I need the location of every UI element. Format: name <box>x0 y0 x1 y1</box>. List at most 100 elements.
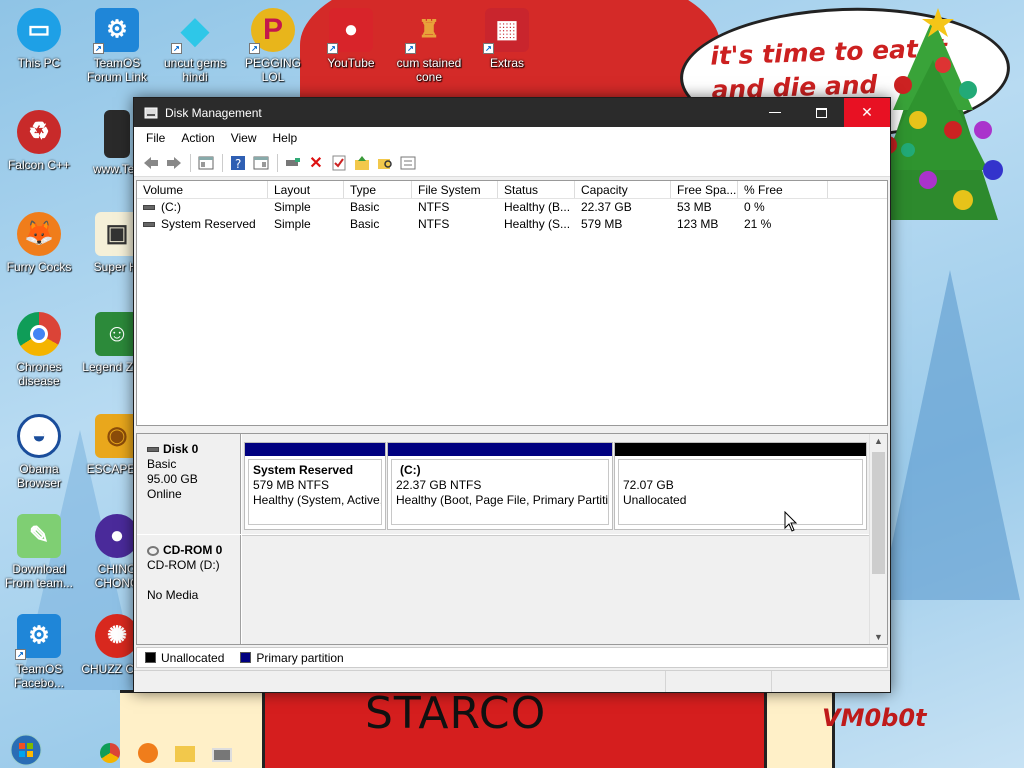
disk-0-partitions: System Reserved 579 MB NTFS Healthy (Sys… <box>242 434 869 534</box>
desktop-icon-this-pc[interactable]: ▭ This PC <box>0 8 78 70</box>
explore-button[interactable] <box>374 152 396 174</box>
diamond-icon: ◆ ↗ <box>171 8 217 54</box>
disk-connect-icon <box>286 157 300 166</box>
properties-button[interactable] <box>328 152 350 174</box>
taskbar-firefox-icon[interactable] <box>138 743 158 763</box>
connect-virtual-disk-button[interactable] <box>282 152 304 174</box>
partition-unallocated[interactable]: 72.07 GB Unallocated <box>614 442 867 530</box>
partition-size: 22.37 GB NTFS <box>396 478 482 492</box>
desktop-icon-cum-stained-cone[interactable]: ♜ ↗ cum stained cone <box>390 8 468 85</box>
settings-button[interactable] <box>397 152 419 174</box>
scrollbar-thumb[interactable] <box>872 452 885 574</box>
column-header-type[interactable]: Type <box>344 181 412 198</box>
maximize-icon <box>815 107 827 118</box>
column-header-status[interactable]: Status <box>498 181 575 198</box>
partition-system-reserved[interactable]: System Reserved 579 MB NTFS Healthy (Sys… <box>244 442 386 530</box>
delete-button[interactable]: ✕ <box>305 152 327 174</box>
legend-swatch-unallocated <box>145 652 156 663</box>
partition-name: System Reserved <box>253 463 354 477</box>
volume-row[interactable]: (C:) Simple Basic NTFS Healthy (B... 22.… <box>137 199 887 216</box>
file-system-cell: NTFS <box>418 217 450 231</box>
open-folder-button[interactable] <box>351 152 373 174</box>
disk-management-icon <box>144 107 158 118</box>
partition-name: (C:) <box>400 463 421 477</box>
desktop-icon-teamos-forum-link[interactable]: ⚙ ↗ TeamOS Forum Link <box>78 8 156 84</box>
desktop-icon-label: TeamOS Facebo... <box>13 662 65 690</box>
taskbar-chrome-icon[interactable] <box>100 743 120 763</box>
desktop-icon-extras[interactable]: ▦ ↗ Extras <box>468 8 546 70</box>
taskbar-disk-management-icon[interactable] <box>212 748 232 762</box>
menu-help[interactable]: Help <box>265 131 306 145</box>
volume-row[interactable]: System Reserved Simple Basic NTFS Health… <box>137 216 887 233</box>
desktop-icon-label: cum stained cone <box>396 56 462 84</box>
layout-cell: Simple <box>274 217 311 231</box>
desktop-icon-furry-cocks[interactable]: 🦊 Furry Cocks <box>0 212 78 274</box>
help-button[interactable]: ? <box>227 152 249 174</box>
menu-view[interactable]: View <box>223 131 265 145</box>
checklist-icon <box>332 155 346 170</box>
desktop-icon-pegging-lol[interactable]: P ↗ PEGGING LOL <box>234 8 312 84</box>
show-hide-action-pane-button[interactable] <box>250 152 272 174</box>
folder-search-icon <box>378 158 392 169</box>
start-button[interactable] <box>10 734 42 766</box>
legend-label-unallocated: Unallocated <box>161 650 225 665</box>
file-system-cell: NTFS <box>418 200 450 214</box>
partition-bar <box>388 443 612 456</box>
desktop-icon-label: YouTube <box>327 56 375 70</box>
close-button[interactable]: ✕ <box>844 98 890 127</box>
disk-0-label[interactable]: Disk 0 Basic 95.00 GB Online <box>137 434 241 534</box>
partition-c[interactable]: (C:) 22.37 GB NTFS Healthy (Boot, Page F… <box>387 442 613 530</box>
cdrom-0-label[interactable]: CD-ROM 0 CD-ROM (D:) No Media <box>137 535 241 644</box>
disk-size: 95.00 GB <box>147 472 198 486</box>
menu-file[interactable]: File <box>138 131 173 145</box>
desktop-icon-obama-browser[interactable]: ◒ Obama Browser <box>0 414 78 490</box>
partition-status: Healthy (Boot, Page File, Primary Partit… <box>396 493 609 507</box>
menu-bar: File Action View Help <box>134 127 890 149</box>
column-header-file-system[interactable]: File System <box>412 181 498 198</box>
column-header-capacity[interactable]: Capacity <box>575 181 671 198</box>
layout-cell: Simple <box>274 200 311 214</box>
desktop-icon-uncut-gems[interactable]: ◆ ↗ uncut gems hindi <box>156 8 234 85</box>
column-header-percent-free[interactable]: % Free <box>738 181 828 198</box>
drive-icon <box>143 205 155 210</box>
column-header-layout[interactable]: Layout <box>268 181 344 198</box>
list-view-icon <box>400 156 416 169</box>
desktop-icon-falcon-cpp[interactable]: ♻ Falcon C++ <box>0 110 78 172</box>
partition-details: (C:) 22.37 GB NTFS Healthy (Boot, Page F… <box>391 459 609 525</box>
column-header-free-space[interactable]: Free Spa... <box>671 181 738 198</box>
angry-bird-icon: ● ↗ <box>327 8 373 54</box>
desktop-icon-youtube[interactable]: ● ↗ YouTube <box>312 8 390 70</box>
forward-button[interactable] <box>163 152 185 174</box>
disk-view-scrollbar[interactable]: ▲ ▼ <box>869 434 887 644</box>
desktop-icon-chrome[interactable]: Chrones disease <box>0 312 78 388</box>
desktop-icon-label: Extras <box>489 56 524 70</box>
free-space-cell: 53 MB <box>677 200 712 214</box>
type-cell: Basic <box>350 217 380 231</box>
window-title: Disk Management <box>165 105 262 120</box>
partition-size: 72.07 GB <box>623 478 674 492</box>
disk-name: Disk 0 <box>163 442 199 456</box>
toolbar-divider <box>277 153 278 172</box>
usb-icon <box>104 110 130 158</box>
toolbar-divider <box>190 153 191 172</box>
desktop-icon-label: Chrones disease <box>16 360 62 388</box>
scroll-down-arrow-icon[interactable]: ▼ <box>874 632 883 642</box>
column-header-volume[interactable]: Volume <box>137 181 268 198</box>
minimize-button[interactable] <box>752 98 798 127</box>
desktop-icon-label: PEGGING LOL <box>244 56 301 84</box>
status-bar-section <box>134 671 666 692</box>
toolbar: ? ✕ <box>134 149 890 177</box>
back-button[interactable] <box>140 152 162 174</box>
desktop-icon-teamos-facebook[interactable]: ⚙ ↗ TeamOS Facebo... <box>0 614 78 690</box>
disk-management-window[interactable]: Disk Management ✕ File Action View Help … <box>133 97 891 693</box>
desktop-icon-download-from-team[interactable]: ✎ Download From team... <box>0 514 78 590</box>
maximize-button[interactable] <box>798 98 844 127</box>
scroll-up-arrow-icon[interactable]: ▲ <box>874 436 883 446</box>
desktop-icon-label: Falcon C++ <box>7 158 71 172</box>
taskbar-file-explorer-icon[interactable] <box>175 746 195 762</box>
show-hide-console-tree-button[interactable] <box>195 152 217 174</box>
firefox-icon: 🦊 <box>17 212 61 256</box>
title-bar[interactable]: Disk Management ✕ <box>134 98 890 127</box>
menu-action[interactable]: Action <box>173 131 222 145</box>
volume-name: (C:) <box>161 200 181 214</box>
